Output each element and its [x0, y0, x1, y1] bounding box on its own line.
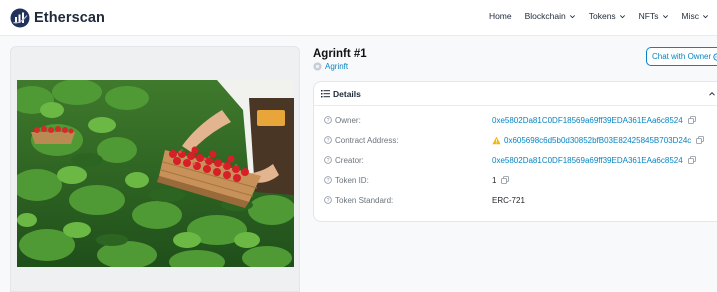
svg-text:?: ?: [327, 138, 330, 144]
nft-image[interactable]: [17, 80, 294, 267]
chevron-up-icon[interactable]: [708, 90, 716, 98]
details-header[interactable]: Details: [314, 82, 717, 106]
token-standard-label-text: Token Standard:: [335, 195, 394, 205]
chat-button-label: Chat with Owner: [652, 52, 712, 61]
details-card: Details ? Owner: 0xe5802Da81C0DF18569a69…: [313, 81, 717, 222]
detail-row-token-id: ? Token ID: 1: [314, 173, 717, 187]
svg-text:?: ?: [327, 158, 330, 164]
collection-link[interactable]: Agrinft: [313, 62, 348, 71]
nav-blockchain[interactable]: Blockchain: [525, 11, 576, 21]
token-id-value: 1: [492, 175, 497, 185]
brand-name: Etherscan: [34, 10, 106, 26]
contract-label: ? Contract Address:: [324, 136, 399, 145]
chevron-down-icon: [569, 14, 575, 18]
creator-address-link[interactable]: 0xe5802Da81C0DF18569a69ff39EDA361EAa6c85…: [492, 156, 683, 165]
nav-nfts[interactable]: NFTs: [639, 11, 669, 21]
token-standard-value: ERC-721: [492, 195, 525, 205]
chat-icon: [713, 52, 717, 61]
contract-value-wrap: 0x605698c6d5b0d30852bfB03E82425845B703D2…: [492, 136, 705, 145]
owner-label: ? Owner:: [324, 116, 361, 125]
token-id-label-text: Token ID:: [335, 175, 369, 185]
question-circle-icon[interactable]: ?: [324, 156, 332, 164]
chat-with-owner-button[interactable]: Chat with Owner: [646, 47, 717, 66]
token-standard-value-wrap: ERC-721: [492, 196, 525, 205]
chevron-down-icon: [619, 14, 625, 18]
question-circle-icon[interactable]: ?: [324, 176, 332, 184]
question-circle-icon[interactable]: ?: [324, 116, 332, 124]
creator-label-text: Creator:: [335, 155, 364, 165]
svg-text:?: ?: [327, 118, 330, 124]
copy-icon[interactable]: [501, 176, 510, 184]
etherscan-logo-icon: [10, 8, 30, 28]
nav-home[interactable]: Home: [489, 11, 512, 21]
detail-row-owner: ? Owner: 0xe5802Da81C0DF18569a69ff39EDA3…: [314, 113, 717, 127]
question-circle-icon[interactable]: ?: [324, 136, 332, 144]
question-circle-icon[interactable]: ?: [324, 196, 332, 204]
collection-name: Agrinft: [325, 62, 349, 71]
contract-address-link[interactable]: 0x605698c6d5b0d30852bfB03E82425845B703D2…: [504, 136, 691, 145]
nav-nfts-label: NFTs: [638, 11, 659, 21]
creator-value-wrap: 0xe5802Da81C0DF18569a69ff39EDA361EAa6c85…: [492, 156, 696, 165]
token-id-value-wrap: 1: [492, 175, 510, 185]
nav-blockchain-label: Blockchain: [524, 11, 566, 21]
nav-tokens-label: Tokens: [588, 11, 616, 21]
nav-home-label: Home: [488, 11, 512, 21]
svg-text:?: ?: [327, 178, 330, 184]
nav-tokens[interactable]: Tokens: [589, 11, 626, 21]
owner-label-text: Owner:: [335, 115, 361, 125]
nav-misc-label: Misc: [681, 11, 699, 21]
copy-icon[interactable]: [696, 136, 705, 144]
detail-row-token-standard: ? Token Standard: ERC-721: [314, 193, 717, 207]
token-standard-label: ? Token Standard:: [324, 196, 393, 205]
copy-icon[interactable]: [687, 116, 696, 124]
collection-icon: [313, 62, 322, 71]
chevron-down-icon: [703, 14, 708, 18]
list-icon: [321, 90, 330, 98]
brand-link[interactable]: Etherscan: [10, 8, 105, 28]
nav-misc[interactable]: Misc: [682, 11, 709, 21]
svg-text:?: ?: [327, 198, 330, 204]
main-nav: Home Blockchain Tokens NFTs Misc: [476, 11, 717, 21]
detail-row-creator: ? Creator: 0xe5802Da81C0DF18569a69ff39ED…: [314, 153, 717, 167]
detail-row-contract: ? Contract Address: 0x605698c6d5b0d30852…: [314, 133, 717, 147]
owner-address-link[interactable]: 0xe5802Da81C0DF18569a69ff39EDA361EAa6c85…: [492, 116, 683, 125]
details-heading: Details: [333, 88, 361, 99]
contract-label-text: Contract Address:: [335, 135, 399, 145]
creator-label: ? Creator:: [324, 156, 364, 165]
chevron-down-icon: [662, 14, 668, 18]
top-navbar: Etherscan Home Blockchain Tokens NFTs Mi…: [0, 0, 717, 36]
owner-value-wrap: 0xe5802Da81C0DF18569a69ff39EDA361EAa6c85…: [492, 116, 696, 125]
nft-title: Agrinft #1: [313, 48, 367, 60]
warning-icon: [492, 136, 501, 144]
copy-icon[interactable]: [687, 156, 696, 164]
token-id-label: ? Token ID:: [324, 176, 369, 185]
